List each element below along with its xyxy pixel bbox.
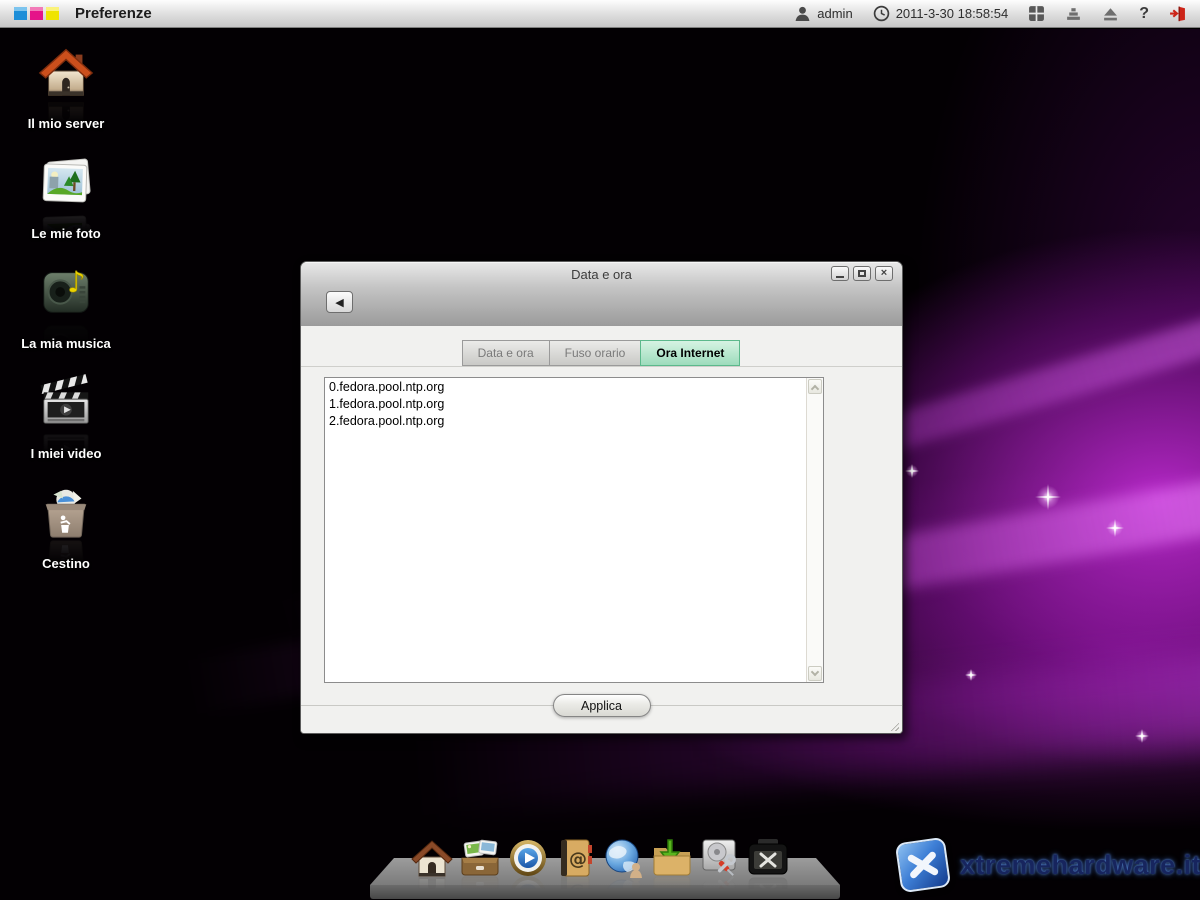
apps-grid-button[interactable] [1028,5,1045,22]
dock: @ [410,836,794,880]
dock-item-network[interactable] [602,836,646,880]
tab-fuso-orario[interactable]: Fuso orario [548,340,642,366]
ntp-server-item[interactable]: 2.fedora.pool.ntp.org [325,412,805,429]
disk-utility-icon [702,839,736,876]
button-row: Applica [301,694,902,733]
window-title: Data e ora [571,267,632,282]
desktop-icon-my-server[interactable]: Il mio server [10,43,122,131]
dock-item-downloads[interactable] [650,836,694,880]
sparkle [1035,484,1061,510]
close-button[interactable]: × [875,266,893,281]
media-player-icon [510,840,546,876]
home-icon [411,840,453,877]
scroll-down-button[interactable] [808,666,822,681]
logo-square-magenta [30,7,43,20]
dock-shelf-front [370,885,840,899]
sparkle [905,464,919,478]
globe-network-icon [605,839,642,878]
desktop-icon-my-music[interactable]: ♪ La mia musica [10,263,122,351]
photo-drawer-icon [461,839,499,876]
desktop-icon-my-videos[interactable]: I miei video [10,373,122,461]
user-icon [795,6,810,21]
grid-icon [1029,6,1045,21]
svg-text:♪: ♪ [67,265,86,299]
ntp-server-item[interactable]: 1.fedora.pool.ntp.org [325,395,805,412]
page-title: Preferenze [75,5,152,22]
clock-icon [873,5,889,22]
dock-item-address-book[interactable]: @ [554,836,598,880]
desktop-icon-trash[interactable]: Cestino [10,483,122,571]
dock-item-home[interactable] [410,836,454,880]
photos-icon [37,153,95,211]
logo-square-blue [14,7,27,20]
address-book-icon: @ [561,839,592,877]
ntp-server-item[interactable]: 0.fedora.pool.ntp.org [325,378,805,395]
sparkle [965,669,977,681]
video-icon [37,373,95,431]
back-button[interactable]: ◀ [326,291,353,313]
vertical-scrollbar[interactable] [806,378,823,682]
logout-icon [1170,6,1185,22]
top-menubar: Preferenze admin 2011-3-30 18:58:54 ? [0,0,1200,28]
user-menu[interactable]: admin [794,5,853,22]
trash-icon [37,483,95,541]
ntp-server-list[interactable]: 0.fedora.pool.ntp.org 1.fedora.pool.ntp.… [324,377,824,683]
desktop-icon-my-photos[interactable]: Le mie foto [10,153,122,241]
maximize-icon [858,270,866,277]
minimize-icon [836,276,844,278]
download-folder-icon [653,839,691,876]
music-icon: ♪ [37,263,95,321]
close-icon: × [880,267,888,279]
clock-display: 2011-3-30 18:58:54 [873,5,1009,22]
window-content: Data e ora Fuso orario Ora Internet 0.fe… [301,326,902,733]
desktop-icon-label: La mia musica [21,336,111,351]
dock-item-toolbox[interactable] [746,836,790,880]
xtremehardware-logo-icon [894,836,952,894]
sparkle [1106,519,1124,537]
dock-item-media-player[interactable] [506,836,550,880]
tab-data-e-ora[interactable]: Data e ora [461,340,550,366]
window-header[interactable]: Data e ora × ◀ [301,262,902,326]
desktop-icon-label: Le mie foto [31,226,101,241]
home-icon [37,43,95,101]
apply-button[interactable]: Applica [552,694,651,717]
eject-button[interactable] [1102,5,1119,22]
watermark-text: xtremehardware.it [960,849,1200,880]
devices-button[interactable] [1065,5,1082,22]
minimize-button[interactable] [831,266,849,281]
logout-button[interactable] [1169,5,1186,22]
logo-square-yellow [46,7,59,20]
sparkle [1135,729,1149,743]
tab-ora-internet[interactable]: Ora Internet [640,340,741,366]
dock-item-disk-utility[interactable] [698,836,742,880]
dock-item-photos[interactable] [458,836,502,880]
dialog-date-time: Data e ora × ◀ Data e ora Fuso orario Or… [300,261,903,734]
user-name: admin [817,6,853,21]
desktop-icon-label: I miei video [30,446,102,461]
datetime-text: 2011-3-30 18:58:54 [895,6,1009,21]
desktop: Il mio server Le mie foto ♪ La mia music… [0,29,1200,900]
desktop-icon-label: Cestino [42,556,90,571]
watermark: xtremehardware.it [894,836,1200,894]
scroll-up-button[interactable] [808,379,822,394]
chevron-up-icon [810,384,820,393]
help-button[interactable]: ? [1139,5,1149,23]
maximize-button[interactable] [853,266,871,281]
brand-logo [14,7,59,20]
devices-stack-icon [1067,8,1081,20]
eject-icon [1104,8,1118,21]
chevron-down-icon [810,667,820,677]
svg-text:@: @ [569,849,587,870]
desktop-icon-label: Il mio server [27,116,105,131]
tab-strip: Data e ora Fuso orario Ora Internet [301,340,902,367]
toolbox-icon [748,839,788,875]
